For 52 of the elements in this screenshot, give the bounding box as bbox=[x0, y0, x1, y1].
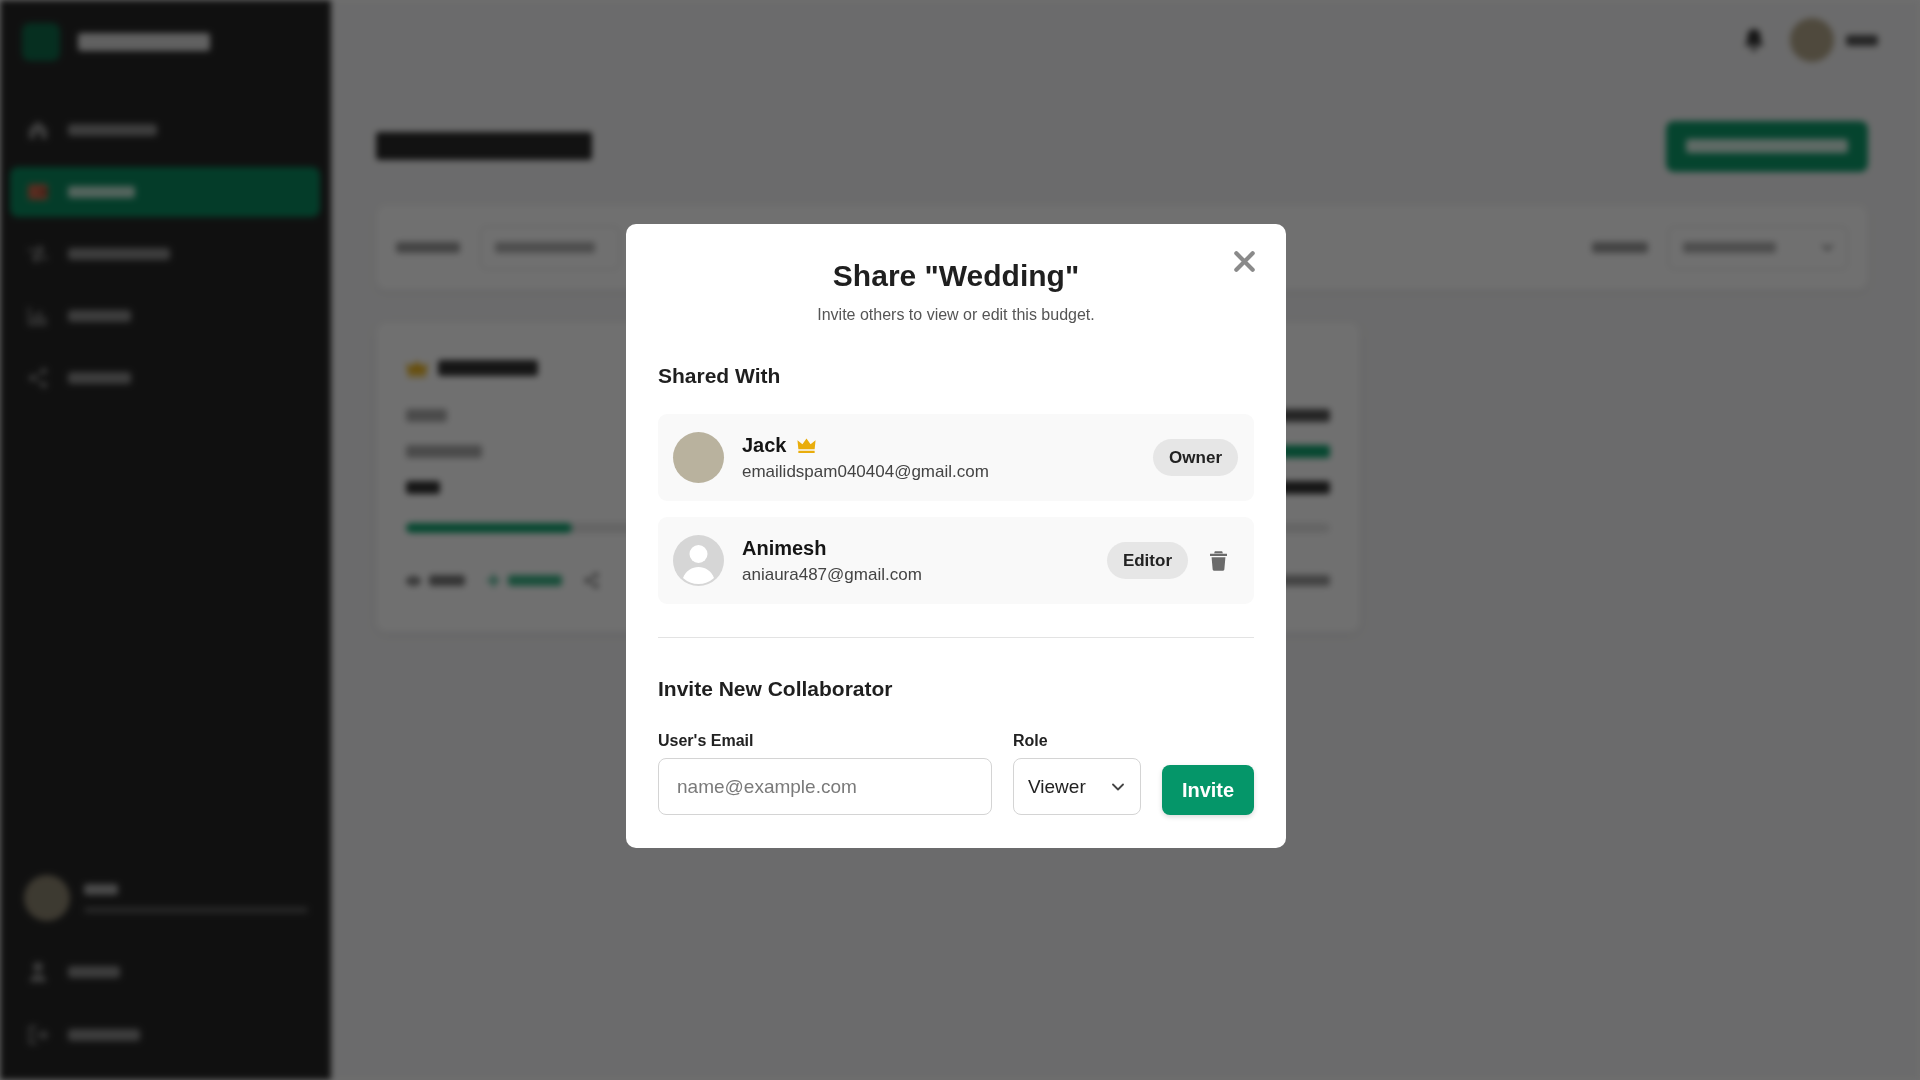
field-label: Role bbox=[1013, 731, 1048, 751]
crown-icon bbox=[796, 437, 816, 453]
blurred-text bbox=[68, 310, 131, 322]
email-input[interactable]: name@example.com bbox=[658, 758, 992, 815]
blurred-text bbox=[84, 883, 118, 895]
bell-icon[interactable] bbox=[1744, 29, 1764, 51]
blurred-text bbox=[68, 372, 131, 384]
role-badge: Editor bbox=[1106, 542, 1188, 579]
invite-button[interactable]: Invite bbox=[1162, 765, 1254, 815]
avatar-photo-placeholder bbox=[1790, 18, 1834, 62]
eye-icon bbox=[406, 574, 421, 587]
logo-icon bbox=[22, 23, 60, 61]
blurred-text bbox=[68, 1029, 140, 1041]
section-heading: Shared With bbox=[658, 363, 781, 389]
trash-icon bbox=[1210, 550, 1227, 571]
blurred-text bbox=[1846, 34, 1878, 46]
avatar-photo-placeholder bbox=[673, 432, 724, 483]
blurred-text bbox=[68, 186, 135, 198]
blurred-text bbox=[1592, 242, 1648, 253]
member-email: aniaura487@gmail.com bbox=[742, 564, 922, 586]
field-label: User's Email bbox=[658, 731, 754, 751]
blurred-text bbox=[508, 575, 562, 586]
modal-title: Share "Wedding" bbox=[832, 258, 1080, 294]
action-link[interactable] bbox=[406, 574, 465, 587]
avatar-photo-placeholder bbox=[24, 875, 70, 921]
section-heading: Invite New Collaborator bbox=[658, 676, 893, 702]
modal-subtitle: Invite others to view or edit this budget. bbox=[817, 305, 1095, 325]
bar-chart-icon bbox=[28, 306, 48, 326]
home-icon bbox=[28, 120, 48, 140]
blurred-text bbox=[429, 575, 465, 586]
crown-icon bbox=[406, 359, 428, 377]
person-icon bbox=[28, 962, 48, 982]
member-name: Jack bbox=[742, 433, 787, 457]
role-badge: Owner bbox=[1153, 439, 1238, 476]
member-name: Animesh bbox=[742, 536, 827, 560]
chevron-down-icon bbox=[1112, 782, 1124, 791]
remove-member-button[interactable] bbox=[1210, 550, 1227, 571]
close-icon[interactable] bbox=[1234, 251, 1255, 272]
blurred-text bbox=[406, 481, 440, 494]
wallet-icon bbox=[28, 182, 48, 202]
plus-icon bbox=[487, 574, 500, 587]
member-email: emailidspam040404@gmail.com bbox=[742, 461, 989, 483]
user-silhouette-icon bbox=[673, 535, 724, 586]
blurred-text bbox=[406, 409, 447, 422]
blurred-text bbox=[396, 242, 460, 253]
share-icon[interactable] bbox=[584, 573, 599, 588]
role-select[interactable]: Viewer bbox=[1013, 758, 1141, 815]
arrows-icon bbox=[28, 244, 48, 264]
blurred-text bbox=[68, 966, 120, 978]
action-link[interactable] bbox=[487, 574, 562, 587]
sidebar-item[interactable] bbox=[10, 167, 320, 217]
primary-button[interactable] bbox=[1666, 120, 1868, 172]
